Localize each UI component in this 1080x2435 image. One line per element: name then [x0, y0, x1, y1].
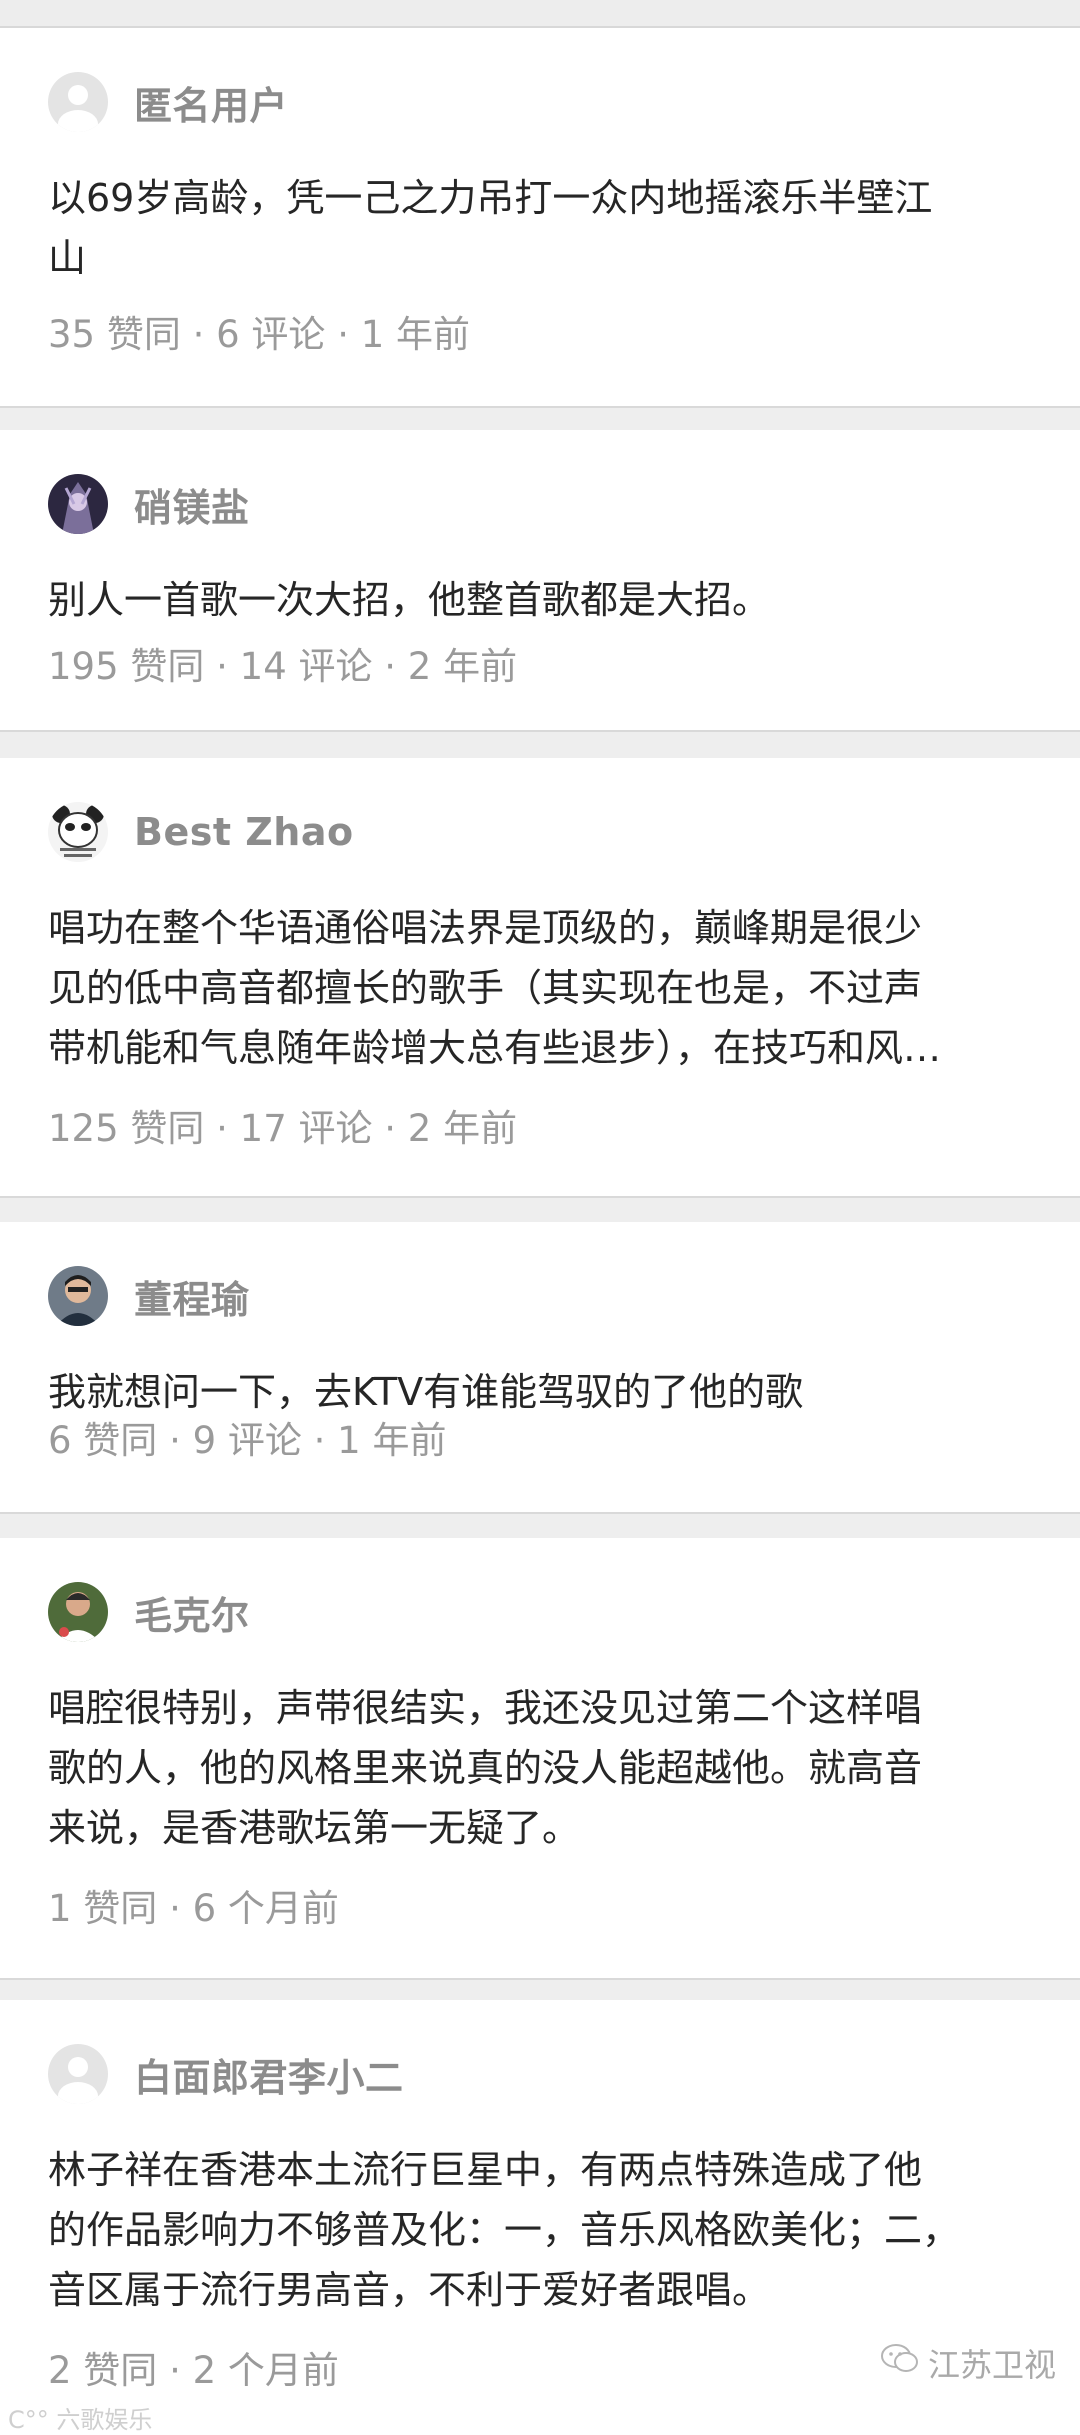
watermark-left: C°° 六歌娱乐: [8, 2400, 152, 2435]
comment-line: 带机能和气息随年龄增大总有些退步），在技巧和风…: [48, 1026, 942, 1070]
comment-line: 山: [48, 236, 87, 280]
user-photo-avatar[interactable]: [48, 474, 108, 534]
watermark-right: 江苏卫视: [880, 2340, 1056, 2386]
comment-line: 音区属于流行男高音，不利于爱好者跟唱。: [48, 2268, 771, 2312]
comment-meta[interactable]: 6 赞同 · 9 评论 · 1 年前: [48, 1410, 446, 1464]
comment-text: 唱功在整个华语通俗唱法界是顶级的，巅峰期是很少 见的低中高音都擅长的歌手（其实现…: [48, 898, 1028, 1078]
top-edge: [0, 0, 1080, 28]
comment-meta[interactable]: 1 赞同 · 6 个月前: [48, 1878, 339, 1932]
comment-card[interactable]: 硝镁盐 别人一首歌一次大招，他整首歌都是大招。 195 赞同 · 14 评论 ·…: [0, 430, 1080, 732]
comment-line: 别人一首歌一次大招，他整首歌都是大招。: [48, 578, 771, 622]
comment-header: 毛克尔: [48, 1582, 250, 1642]
comment-line: 唱功在整个华语通俗唱法界是顶级的，巅峰期是很少: [48, 906, 923, 950]
comment-header: 白面郎君李小二: [48, 2044, 404, 2104]
username[interactable]: 硝镁盐: [134, 477, 250, 532]
comment-meta[interactable]: 125 赞同 · 17 评论 · 2 年前: [48, 1098, 517, 1152]
user-photo-avatar[interactable]: [48, 1266, 108, 1326]
comment-header: 董程瑜: [48, 1266, 250, 1326]
user-photo-avatar[interactable]: [48, 1582, 108, 1642]
comment-header: Best Zhao: [48, 802, 354, 862]
comment-card[interactable]: Best Zhao 唱功在整个华语通俗唱法界是顶级的，巅峰期是很少 见的低中高音…: [0, 758, 1080, 1198]
comment-line: 来说，是香港歌坛第一无疑了。: [48, 1806, 581, 1850]
comment-line: 林子祥在香港本土流行巨星中，有两点特殊造成了他: [48, 2148, 923, 2192]
comment-card[interactable]: 毛克尔 唱腔很特别，声带很结实，我还没见过第二个这样唱 歌的人，他的风格里来说真…: [0, 1538, 1080, 1980]
watermark-logo-icon: C°°: [8, 2406, 49, 2434]
username[interactable]: 匿名用户: [134, 75, 288, 130]
comment-text: 以69岁高龄，凭一己之力吊打一众内地摇滚乐半壁江 山: [48, 168, 1028, 288]
watermark-right-text: 江苏卫视: [928, 2346, 1057, 2384]
anonymous-user-icon[interactable]: [48, 2044, 108, 2104]
username[interactable]: 白面郎君李小二: [134, 2047, 404, 2102]
comment-line: 以69岁高龄，凭一己之力吊打一众内地摇滚乐半壁江: [48, 176, 933, 220]
comment-card[interactable]: 董程瑜 我就想问一下，去KTV有谁能驾驭的了他的歌 6 赞同 · 9 评论 · …: [0, 1222, 1080, 1514]
comment-card[interactable]: 匿名用户 以69岁高龄，凭一己之力吊打一众内地摇滚乐半壁江 山 35 赞同 · …: [0, 28, 1080, 408]
comment-line: 唱腔很特别，声带很结实，我还没见过第二个这样唱: [48, 1686, 923, 1730]
comment-line: 歌的人，他的风格里来说真的没人能超越他。就高音: [48, 1746, 923, 1790]
anonymous-user-icon[interactable]: [48, 72, 108, 132]
chat-bubble-icon: [880, 2342, 920, 2384]
comment-meta[interactable]: 195 赞同 · 14 评论 · 2 年前: [48, 636, 517, 690]
comment-line: 的作品影响力不够普及化：一，音乐风格欧美化；二，: [48, 2208, 961, 2252]
comment-header: 硝镁盐: [48, 474, 250, 534]
comment-text: 林子祥在香港本土流行巨星中，有两点特殊造成了他 的作品影响力不够普及化：一，音乐…: [48, 2140, 1028, 2320]
comment-meta[interactable]: 2 赞同 · 2 个月前: [48, 2340, 339, 2394]
username[interactable]: 董程瑜: [134, 1269, 250, 1324]
watermark-left-text: 六歌娱乐: [56, 2406, 153, 2434]
comment-line: 见的低中高音都擅长的歌手（其实现在也是，不过声: [48, 966, 923, 1010]
username[interactable]: Best Zhao: [134, 810, 354, 854]
comment-text: 别人一首歌一次大招，他整首歌都是大招。: [48, 570, 1028, 630]
comment-header: 匿名用户: [48, 72, 288, 132]
username[interactable]: 毛克尔: [134, 1585, 250, 1640]
panda-meme-avatar[interactable]: [48, 802, 108, 862]
comment-meta[interactable]: 35 赞同 · 6 评论 · 1 年前: [48, 304, 470, 358]
comment-text: 唱腔很特别，声带很结实，我还没见过第二个这样唱 歌的人，他的风格里来说真的没人能…: [48, 1678, 1028, 1858]
